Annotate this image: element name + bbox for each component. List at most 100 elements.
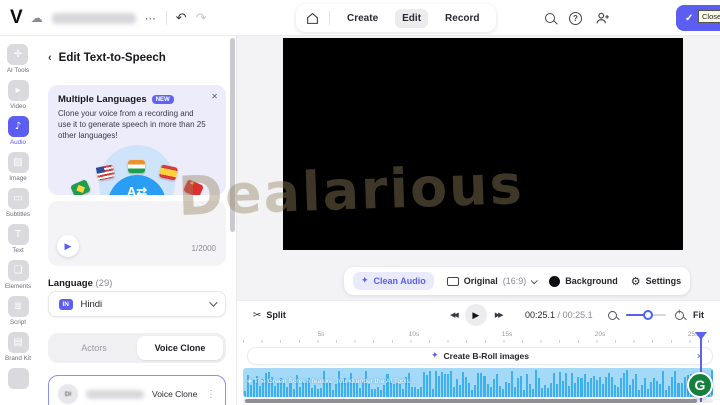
forward-button[interactable]: ▶▶: [495, 311, 504, 319]
language-label: Language (29): [48, 278, 113, 289]
promo-body: Clone your voice from a recording and us…: [58, 109, 206, 140]
tab-voice-clone[interactable]: Voice Clone: [137, 336, 223, 360]
settings-button[interactable]: ⚙ Settings: [631, 275, 681, 288]
help-icon[interactable]: ?: [569, 11, 582, 25]
back-icon[interactable]: ‹: [48, 52, 52, 64]
time-ruler[interactable]: 5s 10s 15s 20s 25s: [243, 331, 713, 343]
app-root: V ☁ ⋯ ↶ ↷ Create Edit Record ? ✓ Done Cl…: [0, 0, 720, 405]
mode-switcher: Create Edit Record: [296, 4, 497, 32]
subtitles-icon: ▭: [7, 188, 29, 209]
timeline-scrollbar-thumb[interactable]: [245, 399, 697, 403]
split-button[interactable]: ✂ Split: [253, 310, 286, 321]
ratio-value: (16:9): [502, 276, 527, 286]
search-icon[interactable]: [545, 13, 555, 23]
cloud-sync-icon: ☁: [30, 11, 43, 25]
frame-icon: [446, 276, 459, 286]
play-button[interactable]: ▶: [464, 304, 487, 326]
grammarly-badge[interactable]: G: [687, 372, 713, 398]
current-time: 00:25.1: [525, 310, 556, 320]
panel-scrollbar[interactable]: [230, 38, 235, 232]
aspect-ratio-button[interactable]: Original (16:9): [446, 276, 538, 286]
promo-title: Multiple Languages: [58, 94, 147, 105]
sidebar-item-brand-kit[interactable]: ▤ Brand Kit: [5, 332, 31, 362]
sidebar-item-more[interactable]: [7, 368, 29, 389]
divider: [329, 11, 330, 25]
language-value: Hindi: [80, 298, 103, 310]
brand-kit-icon: ▤: [7, 332, 29, 353]
audio-track[interactable]: ◈ The Green Screen feature, found under …: [243, 368, 713, 397]
char-counter: 1/2000: [191, 244, 216, 253]
image-icon: ▨: [7, 152, 29, 173]
undo-icon[interactable]: ↶: [176, 11, 187, 26]
chevron-down-icon: [530, 276, 538, 284]
veed-logo[interactable]: V: [10, 7, 23, 29]
divider: [165, 11, 167, 25]
track-caption: ◈ The Green Screen feature, found under …: [247, 378, 416, 385]
background-color-swatch: [549, 275, 561, 287]
top-bar: V ☁ ⋯ ↶ ↷ Create Edit Record ? ✓ Done Cl…: [0, 0, 720, 36]
panel-title: Edit Text-to-Speech: [58, 52, 166, 64]
tab-create[interactable]: Create: [340, 9, 385, 28]
sidebar-item-audio[interactable]: ♪ Audio: [7, 116, 29, 146]
sidebar-item-video[interactable]: ▸ Video: [7, 80, 29, 110]
languages-illustration: A⇄: [48, 141, 226, 195]
voice-clone-item[interactable]: DI Voice Clone ⋮: [48, 375, 226, 405]
timecode: 00:25.1 / 00:25.1: [525, 310, 593, 320]
redo-icon[interactable]: ↷: [196, 11, 207, 26]
text-icon: T: [7, 224, 29, 245]
chevron-down-icon: [209, 298, 218, 307]
new-badge: NEW: [151, 95, 174, 104]
home-icon[interactable]: [306, 12, 319, 25]
rewind-button[interactable]: ◀◀: [450, 311, 459, 319]
project-more-menu[interactable]: ⋯: [145, 12, 157, 25]
zoom-out-icon[interactable]: −: [608, 309, 617, 320]
editor-stage: ✦ Clean Audio Original (16:9) Background…: [237, 36, 720, 405]
check-icon: ✓: [685, 12, 694, 24]
avatar: DI: [58, 384, 78, 404]
ai-tools-icon: ✛: [7, 44, 29, 65]
feature-rail: ✛ AI Tools ▸ Video ♪ Audio ▨ Image ▭ Sub…: [0, 36, 36, 405]
sidebar-item-subtitles[interactable]: ▭ Subtitles: [6, 188, 30, 218]
kebab-menu-icon[interactable]: ⋮: [206, 389, 216, 400]
voice-tabs: Actors Voice Clone: [48, 333, 226, 363]
fit-button[interactable]: Fit: [693, 310, 704, 320]
tab-record[interactable]: Record: [438, 9, 486, 28]
clone-name-blurred: [86, 389, 144, 399]
preview-play-button[interactable]: ▶: [57, 235, 79, 257]
tts-text-area[interactable]: ▶ 1/2000: [48, 201, 226, 266]
edit-tts-panel: ‹ Edit Text-to-Speech Multiple Languages…: [36, 36, 237, 405]
multiple-languages-card: Multiple Languages NEW ✕ Clone your voic…: [48, 85, 226, 195]
video-canvas[interactable]: [283, 38, 683, 250]
zoom-in-icon[interactable]: +: [675, 309, 684, 320]
audio-icon: ♪: [7, 116, 29, 137]
timeline-toolbar: ✂ Split ◀◀ ▶ ▶▶ 00:25.1 / 00:25.1 − + Fi…: [237, 301, 720, 329]
scissors-icon: ✂: [253, 309, 262, 321]
sidebar-item-text[interactable]: T Text: [7, 224, 29, 254]
india-lang-badge: IN: [59, 298, 73, 310]
sparkle-icon: ✦: [361, 276, 369, 286]
project-name-blurred[interactable]: [51, 12, 136, 24]
close-tooltip: Close: [698, 10, 720, 23]
sidebar-item-elements[interactable]: ❏ Elements: [5, 260, 31, 290]
canvas-toolbar: ✦ Clean Audio Original (16:9) Background…: [344, 267, 691, 295]
sidebar-item-ai-tools[interactable]: ✛ AI Tools: [7, 44, 29, 74]
video-icon: ▸: [7, 80, 29, 101]
language-count: (29): [95, 278, 113, 289]
sidebar-item-script[interactable]: ≣ Script: [7, 296, 29, 326]
clean-audio-button[interactable]: ✦ Clean Audio: [353, 272, 434, 290]
tab-edit[interactable]: Edit: [395, 8, 429, 28]
total-time: 00:25.1: [562, 310, 593, 320]
timeline-scrollbar: [243, 399, 713, 403]
timeline: ✂ Split ◀◀ ▶ ▶▶ 00:25.1 / 00:25.1 − + Fi…: [237, 300, 720, 405]
create-broll-button[interactable]: ✦ Create B-Roll images ✕: [247, 347, 713, 365]
background-button[interactable]: Background: [549, 275, 618, 287]
sparkle-icon: ✦: [430, 351, 439, 361]
sidebar-item-image[interactable]: ▨ Image: [7, 152, 29, 182]
timeline-zoom-slider[interactable]: [626, 310, 666, 320]
slider-knob[interactable]: [643, 310, 653, 320]
language-dropdown[interactable]: IN Hindi: [48, 291, 226, 317]
promo-close-icon[interactable]: ✕: [211, 92, 218, 101]
tab-actors[interactable]: Actors: [51, 336, 137, 360]
china-flag-icon: [183, 179, 204, 195]
invite-user-icon[interactable]: [596, 12, 610, 24]
